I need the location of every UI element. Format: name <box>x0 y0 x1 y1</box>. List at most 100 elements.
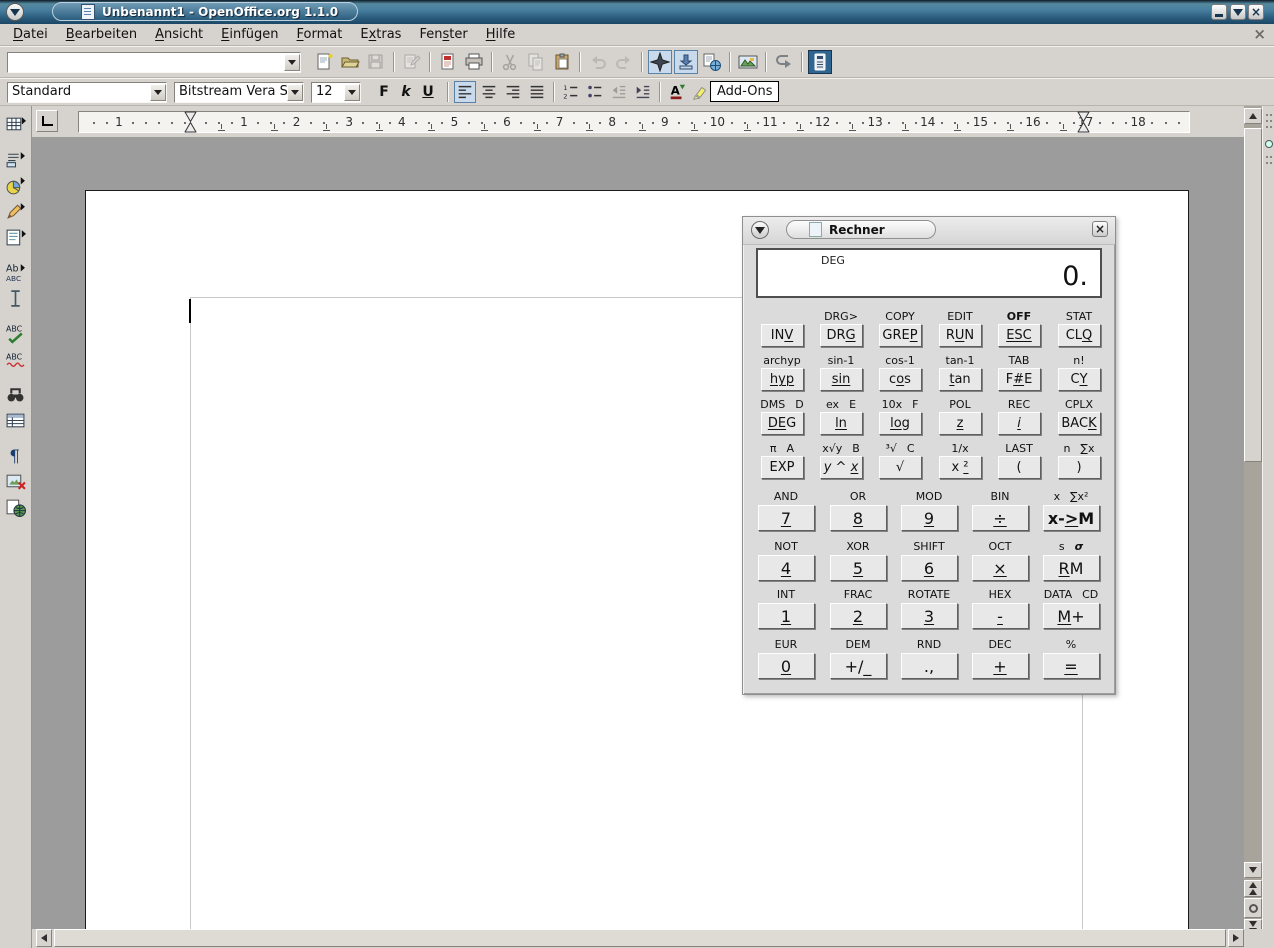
style-dropdown-button[interactable] <box>150 84 166 101</box>
export-pdf-button[interactable] <box>436 50 460 74</box>
stylist-button[interactable] <box>674 50 698 74</box>
calculator-button[interactable] <box>808 50 832 74</box>
autotext-button[interactable]: AbABC <box>4 260 28 284</box>
calc-key-1[interactable]: 1 <box>758 603 815 629</box>
close-document-icon[interactable]: × <box>1253 27 1266 42</box>
align-center-button[interactable] <box>478 81 500 103</box>
horizontal-scrollbar-thumb[interactable] <box>54 929 1226 947</box>
calc-key-RM[interactable]: RM <box>1043 555 1100 581</box>
calc-key-9[interactable]: 9 <box>901 505 958 531</box>
maximize-button[interactable] <box>1230 4 1246 20</box>
direct-cursor-button[interactable] <box>4 286 28 310</box>
calc-key-key[interactable]: × <box>972 555 1029 581</box>
calc-key-ESC[interactable]: ESC <box>998 324 1041 347</box>
calc-key-sin[interactable]: sin <box>820 368 863 391</box>
calc-key-2[interactable]: 2 <box>830 603 887 629</box>
calc-key-6[interactable]: 6 <box>901 555 958 581</box>
horizontal-scrollbar[interactable] <box>32 929 1244 947</box>
calc-key-i[interactable]: i <box>998 412 1041 435</box>
url-dropdown-button[interactable] <box>284 54 300 71</box>
vertical-scrollbar-thumb[interactable] <box>1244 128 1262 462</box>
calc-key-key[interactable]: ., <box>901 653 958 679</box>
ruler-strip[interactable]: 1123456789101112131415161718 <box>78 111 1190 133</box>
bullet-list-button[interactable] <box>584 81 606 103</box>
tab-stop-type-button[interactable] <box>36 110 58 132</box>
calc-key-y-x[interactable]: y ^ x <box>820 456 863 479</box>
calc-key-ln[interactable]: ln <box>820 412 863 435</box>
calc-key-x[interactable]: x ² <box>939 456 982 479</box>
calc-key-key[interactable]: + <box>972 653 1029 679</box>
nonprinting-characters-button[interactable]: ¶ <box>4 443 28 467</box>
calc-key-key[interactable]: ÷ <box>972 505 1029 531</box>
calculator-close-button[interactable]: × <box>1092 221 1108 237</box>
highlighting-button[interactable] <box>690 81 712 103</box>
vertical-scrollbar[interactable] <box>1244 106 1262 948</box>
align-right-button[interactable] <box>502 81 524 103</box>
calc-key-7[interactable]: 7 <box>758 505 815 531</box>
font-size-combobox[interactable]: 12 <box>311 82 361 103</box>
calc-key-key[interactable]: √ <box>879 456 922 479</box>
title-pill[interactable]: Unbenannt1 - OpenOffice.org 1.1.0 <box>52 2 358 21</box>
menu-einfuegen[interactable]: Einfügen <box>212 25 287 44</box>
menu-extras[interactable]: Extras <box>351 25 410 44</box>
insert-table-button[interactable] <box>4 112 28 136</box>
menu-hilfe[interactable]: Hilfe <box>477 25 525 44</box>
calc-key-DRG[interactable]: DRG <box>820 324 863 347</box>
bold-button[interactable]: F <box>374 82 394 102</box>
insert-button[interactable] <box>4 147 28 171</box>
paragraph-style-combobox[interactable]: Standard <box>7 82 167 103</box>
navigator-button[interactable] <box>648 50 672 74</box>
previous-page-button[interactable] <box>1244 880 1262 897</box>
calc-key-key[interactable]: ( <box>998 456 1041 479</box>
calc-key-log[interactable]: log <box>879 412 922 435</box>
minimize-button[interactable] <box>1211 4 1227 20</box>
cut-button[interactable] <box>498 50 522 74</box>
url-input[interactable] <box>8 54 284 71</box>
calc-key-8[interactable]: 8 <box>830 505 887 531</box>
scroll-right-button[interactable] <box>1228 929 1244 947</box>
right-indent-marker[interactable] <box>1077 111 1090 137</box>
hyperlink-button[interactable] <box>700 50 724 74</box>
font-dropdown-button[interactable] <box>287 84 303 101</box>
menu-ansicht[interactable]: Ansicht <box>146 25 212 44</box>
calculator-menu-button[interactable] <box>751 221 769 239</box>
graphics-onoff-button[interactable] <box>4 469 28 493</box>
left-indent-marker[interactable] <box>184 111 197 137</box>
edit-file-button[interactable] <box>400 50 424 74</box>
calc-key-tan[interactable]: tan <box>939 368 982 391</box>
calc-key-CY[interactable]: CY <box>1058 368 1101 391</box>
calc-key-3[interactable]: 3 <box>901 603 958 629</box>
gallery-button[interactable] <box>736 50 760 74</box>
online-layout-button[interactable] <box>4 495 28 519</box>
calc-key-5[interactable]: 5 <box>830 555 887 581</box>
insert-object-button[interactable] <box>4 173 28 197</box>
numbered-list-button[interactable]: 12 <box>560 81 582 103</box>
print-button[interactable] <box>462 50 486 74</box>
form-button[interactable] <box>4 225 28 249</box>
font-name-combobox[interactable]: Bitstream Vera S <box>174 82 304 103</box>
scroll-left-button[interactable] <box>36 929 52 947</box>
menu-bearbeiten[interactable]: Bearbeiten <box>57 25 146 44</box>
align-justify-button[interactable] <box>526 81 548 103</box>
window-menu-button[interactable] <box>6 3 24 21</box>
copy-button[interactable] <box>524 50 548 74</box>
find-replace-button[interactable] <box>4 382 28 406</box>
calc-key-EXP[interactable]: EXP <box>761 456 804 479</box>
menu-fenster[interactable]: Fenster <box>410 25 476 44</box>
calc-key-M[interactable]: M+ <box>1043 603 1100 629</box>
loop-button[interactable] <box>772 50 796 74</box>
data-sources-button[interactable] <box>4 408 28 432</box>
calc-key-4[interactable]: 4 <box>758 555 815 581</box>
url-combobox[interactable] <box>7 52 301 73</box>
calc-key-0[interactable]: 0 <box>758 653 815 679</box>
calculator-window[interactable]: Rechner × DEG 0. DRG>COPYEDITOFFSTATINVD… <box>742 216 1116 695</box>
scroll-up-button[interactable] <box>1244 108 1262 124</box>
calc-key-x-M[interactable]: x->M <box>1043 505 1100 531</box>
draw-functions-button[interactable] <box>4 199 28 223</box>
calc-key-F-E[interactable]: F#E <box>998 368 1041 391</box>
font-color-button[interactable]: A <box>666 81 688 103</box>
italic-button[interactable]: k <box>396 82 416 102</box>
calc-key-key[interactable]: - <box>972 603 1029 629</box>
redo-button[interactable] <box>612 50 636 74</box>
scroll-down-button[interactable] <box>1244 862 1262 878</box>
